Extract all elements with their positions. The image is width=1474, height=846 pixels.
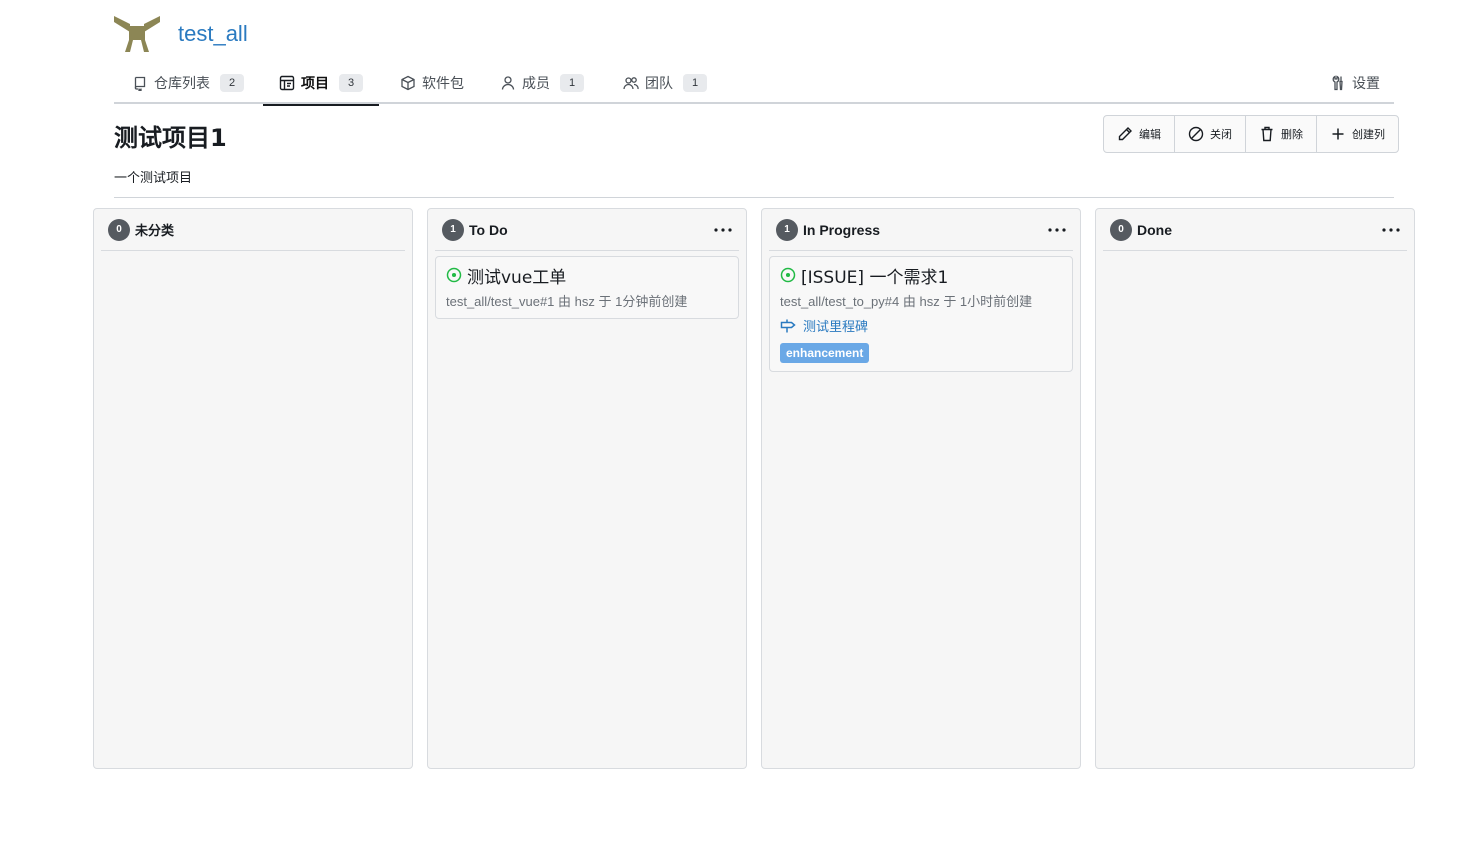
edit-label: 编辑 — [1139, 128, 1161, 141]
tab-count-badge: 1 — [683, 74, 707, 92]
kebab-menu-icon[interactable] — [711, 221, 735, 239]
org-tabs: 仓库列表 2 项目 3 软件包 成员 1 团队 1 设置 — [114, 62, 1394, 106]
board-column-in-progress: 1 In Progress [ISSUE] 一个需求1 test_all/tes… — [761, 208, 1081, 769]
create-column-label: 创建列 — [1352, 128, 1385, 141]
close-button[interactable]: 关闭 — [1175, 116, 1246, 152]
divider — [114, 197, 1394, 198]
tab-settings[interactable]: 设置 — [1330, 62, 1380, 104]
kebab-menu-icon[interactable] — [1379, 221, 1403, 239]
tab-count-badge: 3 — [339, 74, 363, 92]
pencil-icon — [1118, 127, 1132, 141]
column-header: 1 In Progress — [769, 209, 1073, 251]
issue-label-badge[interactable]: enhancement — [780, 343, 870, 363]
tab-teams[interactable]: 团队 1 — [623, 62, 707, 104]
column-title: To Do — [469, 221, 508, 238]
kebab-menu-icon[interactable] — [1045, 221, 1069, 239]
column-count-badge: 0 — [108, 218, 130, 241]
card-milestone[interactable]: 测试里程碑 — [780, 316, 1062, 335]
milestone-label: 测试里程碑 — [803, 320, 869, 335]
close-label: 关闭 — [1210, 128, 1232, 141]
tab-label: 设置 — [1352, 76, 1380, 92]
tab-count-badge: 1 — [560, 74, 584, 92]
card-meta: test_all/test_vue#1 由 hsz 于 1分钟前创建 — [446, 294, 688, 309]
milestone-icon — [780, 319, 796, 332]
delete-label: 删除 — [1281, 128, 1303, 141]
column-header: 0 Done — [1103, 209, 1407, 251]
create-column-button[interactable]: 创建列 — [1317, 116, 1398, 152]
column-title: Done — [1137, 221, 1172, 238]
project-actions: 编辑 关闭 删除 创建列 — [1103, 115, 1399, 153]
card-meta: test_all/test_to_py#4 由 hsz 于 1小时前创建 — [780, 294, 1033, 309]
skip-icon — [1188, 126, 1204, 142]
card-title-link[interactable]: 测试vue工单 — [467, 263, 566, 288]
tab-packages[interactable]: 软件包 — [400, 62, 464, 104]
project-icon — [279, 75, 295, 91]
issue-open-icon — [780, 267, 796, 283]
tab-label: 软件包 — [422, 76, 464, 92]
trash-icon — [1261, 126, 1273, 142]
card-title-row: [ISSUE] 一个需求1 — [780, 263, 1062, 288]
org-name[interactable]: test_all — [178, 21, 248, 47]
column-header: 1 To Do — [435, 209, 739, 251]
edit-button[interactable]: 编辑 — [1104, 116, 1175, 152]
project-description: 一个测试项目 — [114, 171, 193, 186]
column-title: In Progress — [803, 221, 881, 238]
tab-members[interactable]: 成员 1 — [500, 62, 584, 104]
tab-repositories[interactable]: 仓库列表 2 — [132, 62, 244, 104]
repo-icon — [132, 75, 148, 91]
project-title: 测试项目1 — [114, 124, 227, 152]
column-count-badge: 1 — [776, 218, 798, 241]
tab-count-badge: 2 — [220, 74, 244, 92]
issue-card[interactable]: 测试vue工单 test_all/test_vue#1 由 hsz 于 1分钟前… — [435, 256, 739, 319]
issue-open-icon — [446, 267, 462, 283]
column-title: 未分类 — [135, 224, 175, 239]
person-icon — [500, 75, 516, 91]
card-title-row: 测试vue工单 — [446, 263, 728, 288]
org-header: test_all — [114, 14, 248, 54]
column-count-badge: 0 — [1110, 218, 1132, 241]
tools-icon — [1330, 75, 1346, 91]
issue-card[interactable]: [ISSUE] 一个需求1 test_all/test_to_py#4 由 hs… — [769, 256, 1073, 372]
tab-label: 仓库列表 — [154, 76, 210, 92]
package-icon — [400, 75, 416, 91]
tab-label: 成员 — [522, 76, 550, 92]
tab-projects[interactable]: 项目 3 — [263, 62, 379, 106]
plus-icon — [1332, 128, 1344, 140]
board-column-done: 0 Done — [1095, 208, 1415, 769]
column-count-badge: 1 — [442, 218, 464, 241]
tab-label: 团队 — [645, 76, 673, 92]
org-avatar[interactable] — [114, 14, 160, 54]
card-title-link[interactable]: [ISSUE] 一个需求1 — [801, 263, 948, 288]
delete-button[interactable]: 删除 — [1246, 116, 1317, 152]
tab-label: 项目 — [301, 76, 329, 92]
people-icon — [623, 75, 639, 91]
board-column-uncategorized: 0 未分类 — [93, 208, 413, 769]
board-column-todo: 1 To Do 测试vue工单 test_all/test_vue#1 由 hs… — [427, 208, 747, 769]
column-header: 0 未分类 — [101, 209, 405, 251]
